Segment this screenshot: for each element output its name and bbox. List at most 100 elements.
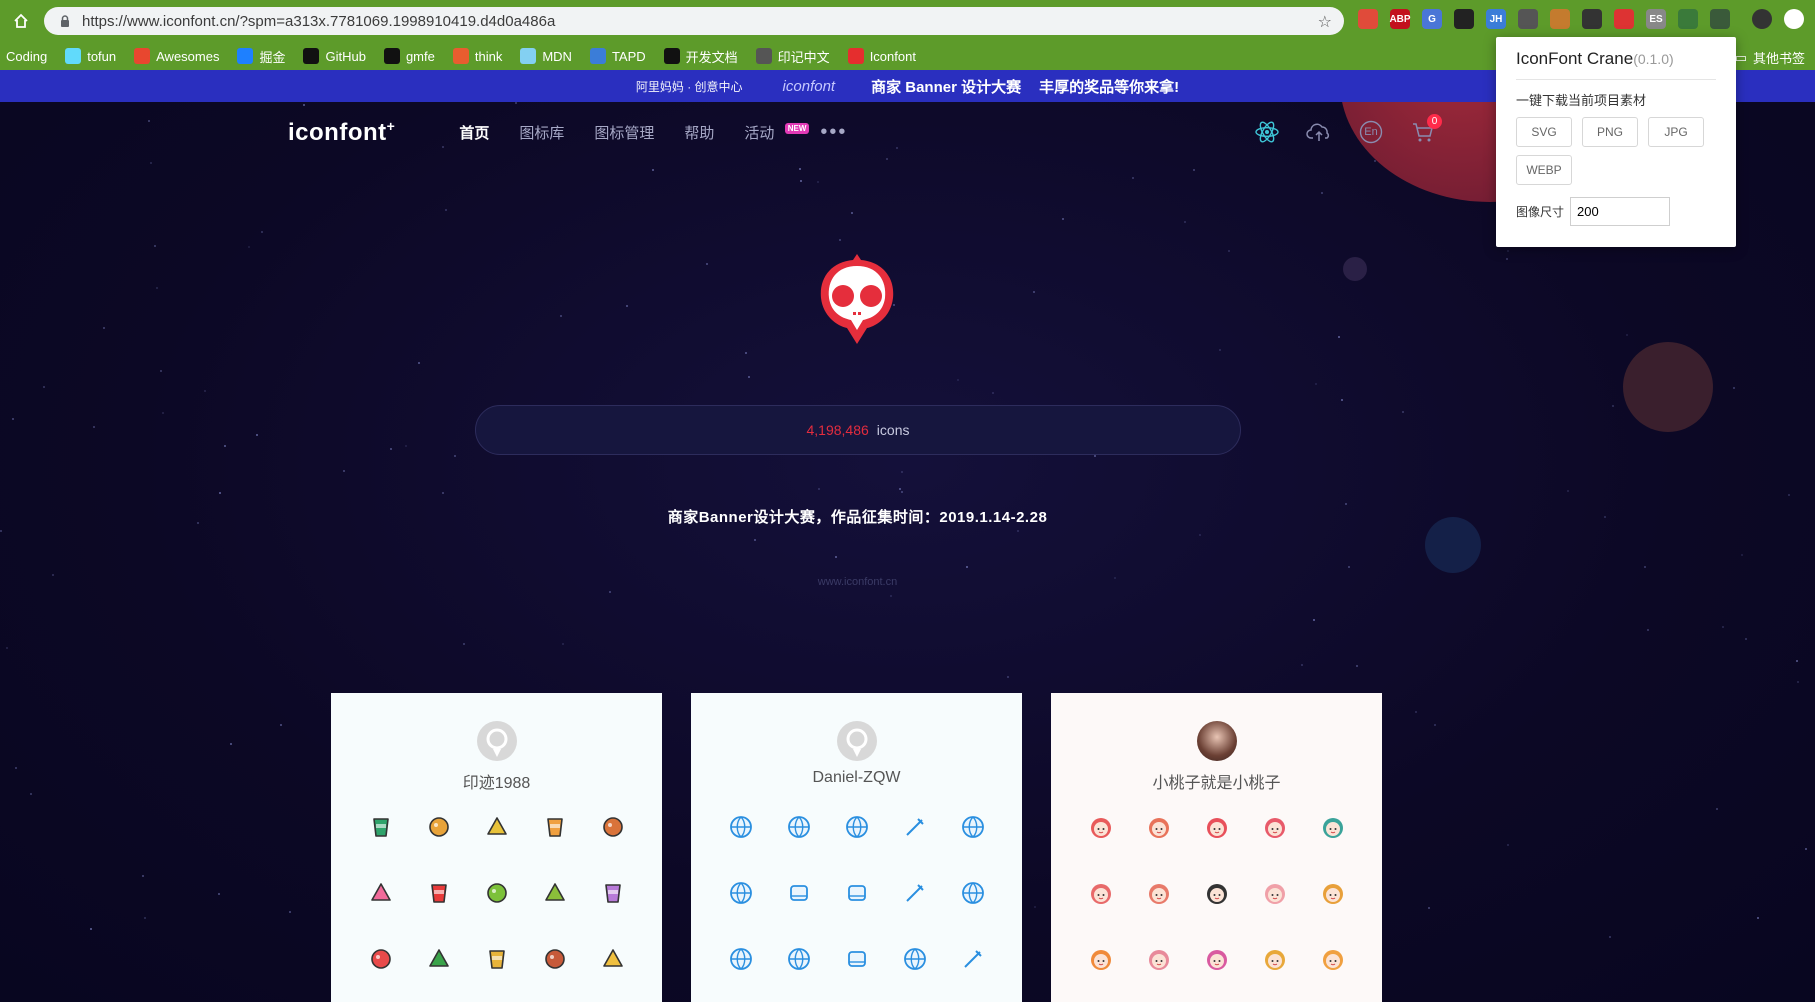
nav-icon-library[interactable]: 图标库: [519, 122, 564, 143]
nav-icon-manage[interactable]: 图标管理: [594, 122, 654, 143]
face-3-icon[interactable]: [1188, 811, 1246, 843]
jpg-button[interactable]: JPG: [1648, 117, 1704, 147]
upload-cloud-icon[interactable]: [1304, 117, 1334, 147]
face-13-icon[interactable]: [1188, 943, 1246, 975]
iconfont-crane-icon[interactable]: [1710, 9, 1730, 29]
bookmark-yinji[interactable]: 印记中文: [755, 47, 830, 66]
badminton-icon[interactable]: [886, 811, 944, 843]
face-9-icon[interactable]: [1246, 877, 1304, 909]
burger-icon[interactable]: [410, 811, 468, 843]
chrome-ext-icon[interactable]: [1358, 9, 1378, 29]
banana-icon[interactable]: [584, 943, 642, 975]
home-button[interactable]: [0, 0, 42, 42]
browser-menu-icon[interactable]: [1784, 9, 1804, 29]
icon-set-card[interactable]: Daniel-ZQW: [691, 693, 1022, 1002]
icon-set-card[interactable]: 小桃子就是小桃子: [1051, 693, 1382, 1002]
dumbbell-icon[interactable]: [828, 943, 886, 975]
face-11-icon[interactable]: [1072, 943, 1130, 975]
face-15-icon[interactable]: [1304, 943, 1362, 975]
other-bookmarks[interactable]: ▭ 其他书签: [1735, 48, 1805, 67]
nav-home[interactable]: 首页: [459, 122, 489, 143]
face-4-icon[interactable]: [1246, 811, 1304, 843]
face-1-icon[interactable]: [1072, 811, 1130, 843]
webp-button[interactable]: WEBP: [1516, 155, 1572, 185]
panel-icon[interactable]: [1582, 9, 1602, 29]
basketball-icon[interactable]: [712, 811, 770, 843]
bookmark-label: Awesomes: [156, 48, 220, 64]
image-size-input[interactable]: [1570, 197, 1671, 226]
skate-icon[interactable]: [770, 877, 828, 909]
hockey-icon[interactable]: [944, 877, 1002, 909]
face-2-icon[interactable]: [1130, 811, 1188, 843]
volleyball-icon[interactable]: [770, 811, 828, 843]
face-6-icon[interactable]: [1072, 877, 1130, 909]
shoe-icon[interactable]: [886, 877, 944, 909]
bookmark-devdocs[interactable]: 开发文档: [663, 47, 738, 66]
icecream-icon[interactable]: [352, 877, 410, 909]
face-5-icon[interactable]: [1304, 811, 1362, 843]
react-icon[interactable]: [1252, 117, 1282, 147]
drumstick-icon[interactable]: [584, 811, 642, 843]
ring-icon[interactable]: [828, 811, 886, 843]
pinwheel-icon[interactable]: [1614, 9, 1634, 29]
grapes-icon[interactable]: [468, 877, 526, 909]
star: [343, 470, 345, 472]
bookmark-awesomes[interactable]: Awesomes: [134, 48, 219, 64]
sock-icon[interactable]: [828, 877, 886, 909]
pizza-icon[interactable]: [526, 811, 584, 843]
abp-icon[interactable]: ABP: [1389, 9, 1411, 29]
jh-icon[interactable]: JH: [1486, 9, 1506, 29]
language-toggle[interactable]: En: [1356, 117, 1386, 147]
face-10-icon[interactable]: [1304, 877, 1362, 909]
goggles-icon[interactable]: [770, 943, 828, 975]
soccer-icon[interactable]: [886, 943, 944, 975]
bookmark-tofun[interactable]: tofun: [65, 48, 116, 64]
more-menu-icon[interactable]: •••: [820, 121, 847, 144]
bookmark-star-icon[interactable]: ☆: [1318, 12, 1332, 32]
popsicle-icon[interactable]: [352, 943, 410, 975]
cake-icon[interactable]: [526, 943, 584, 975]
leaf-icon[interactable]: [1678, 9, 1698, 29]
bookmark-juejin[interactable]: 掘金: [237, 47, 285, 66]
bookmark-tapd[interactable]: TAPD: [589, 48, 646, 64]
translate-icon[interactable]: G: [1422, 9, 1442, 29]
search-ext-icon[interactable]: [1518, 9, 1538, 29]
pingpong-icon[interactable]: [712, 943, 770, 975]
football-icon[interactable]: [712, 877, 770, 909]
es-icon[interactable]: ES: [1646, 9, 1666, 29]
fries-icon[interactable]: [410, 877, 468, 909]
bookmark-gmfe[interactable]: gmfe: [383, 48, 435, 64]
address-bar[interactable]: https://www.iconfont.cn/?spm=a313x.77810…: [44, 7, 1344, 35]
nav-activity[interactable]: 活动 NEW: [744, 122, 810, 143]
profile-avatar[interactable]: [1752, 9, 1772, 29]
cart-button[interactable]: 0: [1408, 114, 1442, 147]
svg-button[interactable]: SVG: [1516, 117, 1572, 147]
watermelon-icon[interactable]: [410, 943, 468, 975]
icon-search-box[interactable]: 4,198,486 icons: [475, 405, 1241, 455]
bookmark-github[interactable]: GitHub: [303, 48, 366, 64]
campaign-text[interactable]: 商家Banner设计大赛，作品征集时间：2019.1.14-2.28: [0, 506, 1715, 527]
golf-icon[interactable]: [944, 943, 1002, 975]
onion-icon[interactable]: [584, 877, 642, 909]
star: [1644, 566, 1646, 568]
bookmark-mdn[interactable]: MDN: [520, 48, 572, 64]
star: [454, 455, 456, 457]
nav-help[interactable]: 帮助: [684, 122, 714, 143]
cup-icon[interactable]: [352, 811, 410, 843]
corn-icon[interactable]: [526, 877, 584, 909]
cocktail-icon[interactable]: [468, 811, 526, 843]
face-8-icon[interactable]: [1188, 877, 1246, 909]
face-14-icon[interactable]: [1246, 943, 1304, 975]
mask-icon[interactable]: [1454, 9, 1474, 29]
baseball-icon[interactable]: [944, 811, 1002, 843]
balls-icon[interactable]: [468, 943, 526, 975]
png-button[interactable]: PNG: [1582, 117, 1638, 147]
face-7-icon[interactable]: [1130, 877, 1188, 909]
bookmark-iconfont[interactable]: Iconfont: [847, 48, 916, 64]
cookie-icon[interactable]: [1550, 9, 1570, 29]
icon-set-card[interactable]: 印迹1988: [331, 693, 662, 1002]
site-logo[interactable]: iconfont+: [288, 118, 395, 147]
bookmark-coding[interactable]: Coding: [6, 49, 47, 64]
face-12-icon[interactable]: [1130, 943, 1188, 975]
bookmark-think[interactable]: think: [452, 48, 502, 64]
